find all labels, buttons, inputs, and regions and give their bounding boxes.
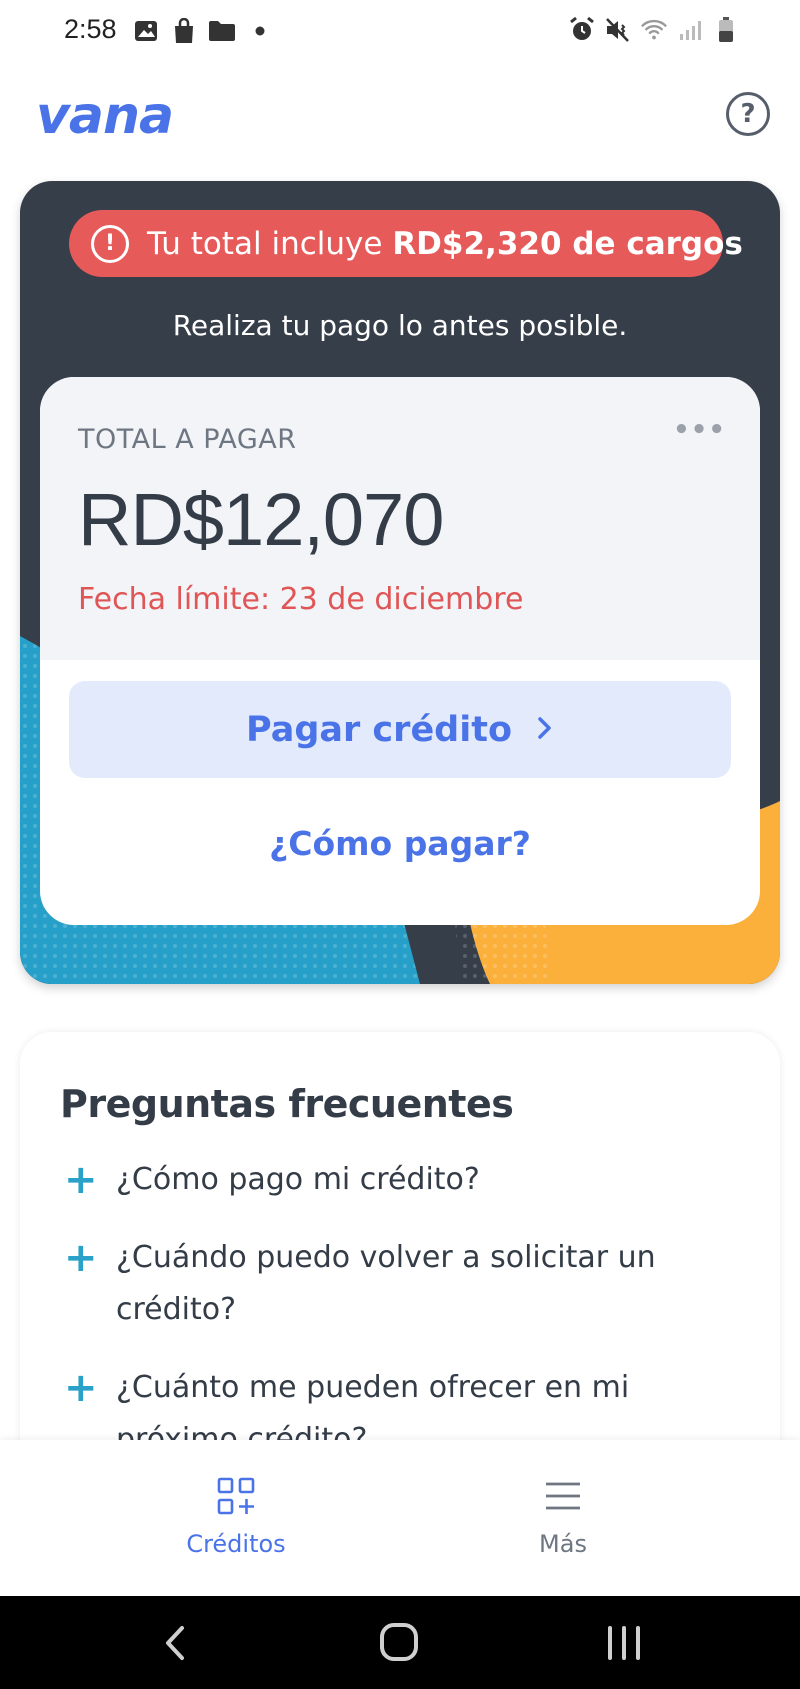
grid-plus-icon: [216, 1476, 256, 1516]
app-header: vana ?: [0, 80, 800, 170]
faq-item[interactable]: + ¿Cuándo puedo volver a solicitar un cr…: [64, 1238, 744, 1336]
menu-icon: [543, 1476, 583, 1516]
faq-question: ¿Cuándo puedo volver a solicitar un créd…: [116, 1240, 656, 1327]
alert-icon: !: [91, 224, 129, 263]
more-options-icon[interactable]: •••: [673, 415, 726, 445]
system-navigation-bar: [0, 1596, 800, 1689]
chevron-right-icon: [536, 711, 554, 749]
help-icon: ?: [740, 99, 756, 129]
recent-apps-icon[interactable]: [600, 1620, 650, 1666]
shopping-bag-icon: [170, 17, 198, 45]
mute-vibrate-icon: [604, 16, 632, 44]
faq-item[interactable]: + ¿Cómo pago mi crédito?: [64, 1160, 744, 1206]
charges-alert-text: Tu total incluye RD$2,320 de cargos: [147, 226, 743, 262]
how-to-pay-link[interactable]: ¿Cómo pagar?: [40, 824, 760, 863]
nav-item-creditos[interactable]: Créditos: [136, 1440, 336, 1596]
notification-icons: [132, 17, 274, 45]
nav-item-mas[interactable]: Más: [463, 1440, 663, 1596]
hero-subtitle: Realiza tu pago lo antes posible.: [172, 309, 628, 342]
battery-icon: [712, 16, 740, 44]
system-status-icons: [568, 16, 740, 44]
home-icon[interactable]: [375, 1620, 425, 1666]
faq-question: ¿Cómo pago mi crédito?: [116, 1162, 480, 1197]
wifi-icon: [640, 16, 668, 44]
help-button[interactable]: ?: [726, 92, 770, 136]
pay-credit-button[interactable]: Pagar crédito: [69, 681, 731, 778]
charges-alert: ! Tu total incluye RD$2,320 de cargos: [69, 210, 743, 277]
back-icon[interactable]: [152, 1620, 202, 1666]
plus-icon: +: [64, 1235, 98, 1281]
alert-prefix: Tu total incluye: [147, 225, 393, 262]
total-amount: RD$12,070: [78, 478, 444, 561]
total-section: TOTAL A PAGAR ••• RD$12,070 Fecha límite…: [40, 377, 760, 660]
nav-label-mas: Más: [539, 1530, 587, 1558]
plus-icon: +: [64, 1365, 98, 1411]
status-bar: 2:58: [0, 0, 800, 62]
alert-amount: RD$2,320 de cargos: [392, 225, 743, 262]
image-icon: [132, 17, 160, 45]
nav-label-creditos: Créditos: [186, 1530, 286, 1558]
payment-summary-card: ! Tu total incluye RD$2,320 de cargos Re…: [20, 181, 780, 984]
total-label: TOTAL A PAGAR: [78, 424, 297, 455]
plus-icon: +: [64, 1157, 98, 1203]
signal-icon: [676, 16, 704, 44]
vana-logo: vana: [36, 86, 174, 146]
faq-title: Preguntas frecuentes: [60, 1082, 514, 1126]
payment-deadline: Fecha límite: 23 de diciembre: [78, 582, 524, 617]
status-time: 2:58: [64, 14, 117, 44]
total-to-pay-card: TOTAL A PAGAR ••• RD$12,070 Fecha límite…: [40, 377, 760, 925]
alarm-icon: [568, 16, 596, 44]
pay-credit-label: Pagar crédito: [245, 709, 513, 750]
dot-icon: [246, 17, 274, 45]
folder-icon: [208, 17, 236, 45]
bottom-navigation: Créditos Más: [0, 1440, 800, 1596]
